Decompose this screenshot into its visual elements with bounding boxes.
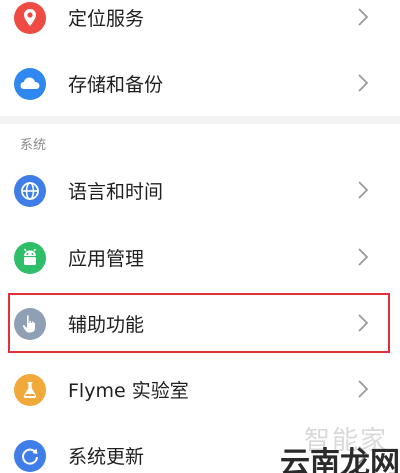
settings-item-app-management[interactable]: 应用管理 [0,224,400,290]
settings-item-label: 应用管理 [68,248,145,270]
chevron-right-icon [358,248,369,266]
watermark-bottom-text: 云南龙网 [280,446,400,473]
android-icon [14,242,46,274]
watermark: 智能家 云南龙网 [280,420,400,473]
settings-screen: 定位服务 存储和备份 系统 语言和时间 应用管理 辅助功能 Flyme 实验室 … [0,0,400,473]
location-pin-icon [14,2,46,34]
chevron-right-icon [358,8,369,26]
refresh-icon [14,440,46,472]
settings-item-label: 存储和备份 [68,74,164,96]
settings-item-label: Flyme 实验室 [68,380,189,402]
settings-item-location[interactable]: 定位服务 [0,0,400,50]
settings-item-flyme-lab[interactable]: Flyme 实验室 [0,356,400,422]
chevron-right-icon [358,181,369,199]
settings-item-storage-backup[interactable]: 存储和备份 [0,50,400,116]
settings-item-label: 定位服务 [68,8,145,30]
section-header-system: 系统 [0,124,400,158]
chevron-right-icon [358,380,369,398]
settings-item-label: 语言和时间 [68,181,164,203]
globe-icon [14,175,46,207]
highlight-box [8,293,390,353]
settings-item-language-time[interactable]: 语言和时间 [0,157,400,223]
chevron-right-icon [358,74,369,92]
flask-icon [14,374,46,406]
section-label: 系统 [20,138,47,153]
section-divider [0,116,400,124]
cloud-icon [14,68,46,100]
settings-item-label: 系统更新 [68,446,145,468]
